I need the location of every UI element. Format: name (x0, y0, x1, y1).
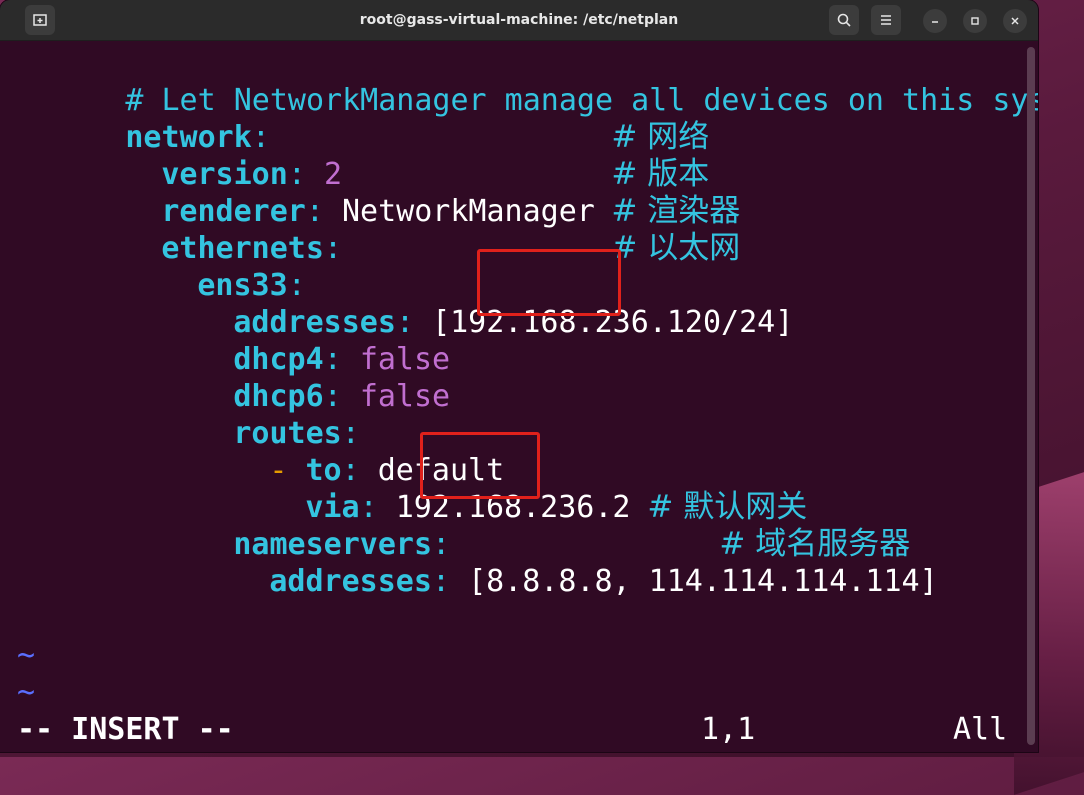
ethernets-line: ethernets: (161, 231, 342, 266)
titlebar: root@gass-virtual-machine: /etc/netplan (0, 0, 1038, 41)
maximize-icon (971, 17, 979, 25)
dhcp6-line: dhcp6: false (233, 379, 451, 414)
close-button[interactable] (1003, 9, 1027, 33)
network-line: network: (125, 120, 270, 155)
addresses-line: addresses: [192.168.236.120/24] (233, 305, 794, 340)
search-button[interactable] (829, 5, 859, 35)
ns-addresses-key: addresses (269, 564, 432, 599)
dhcp6-value: false (359, 379, 451, 414)
scroll-indicator: All (953, 712, 1008, 747)
ethernets-comment: # 以太网 (611, 230, 741, 266)
maximize-button[interactable] (963, 9, 987, 33)
routes-line: routes: (233, 416, 360, 451)
empty-line-tilde: ~ (17, 638, 36, 673)
renderer-comment: # 渲染器 (611, 193, 741, 229)
minimize-button[interactable] (923, 9, 947, 33)
search-icon (837, 13, 851, 27)
menu-button[interactable] (871, 5, 901, 35)
network-comment: # 网络 (611, 119, 710, 155)
highlight-box-address (477, 249, 621, 316)
ns-addresses-value: [8.8.8.8, 114.114.114.114] (468, 564, 938, 599)
hamburger-menu-icon (881, 15, 891, 25)
ns-addresses-line: addresses: [8.8.8.8, 114.114.114.114] (269, 564, 938, 599)
highlight-box-gateway (420, 432, 540, 499)
terminal-content[interactable]: # Let NetworkManager manage all devices … (0, 41, 1038, 752)
nameservers-comment: # 域名服务器 (719, 526, 911, 562)
terminal-window: root@gass-virtual-machine: /etc/netplan (0, 0, 1038, 752)
cursor-position: 1,1 (701, 712, 756, 747)
nameservers-line: nameservers: (233, 527, 451, 562)
close-icon (1011, 17, 1019, 25)
dhcp4-line: dhcp4: false (233, 342, 451, 377)
scrollbar[interactable] (1027, 47, 1035, 745)
vim-mode: -- INSERT -- (17, 712, 234, 747)
comment-line: # Let NetworkManager manage all devices … (17, 45, 1038, 118)
version-comment: # 版本 (611, 156, 710, 192)
via-comment: # 默认网关 (647, 489, 808, 525)
iface-line: ens33: (197, 268, 306, 303)
version-line: version: 2 (161, 157, 342, 192)
minimize-icon (932, 21, 938, 23)
empty-line-tilde: ~ (17, 675, 36, 710)
